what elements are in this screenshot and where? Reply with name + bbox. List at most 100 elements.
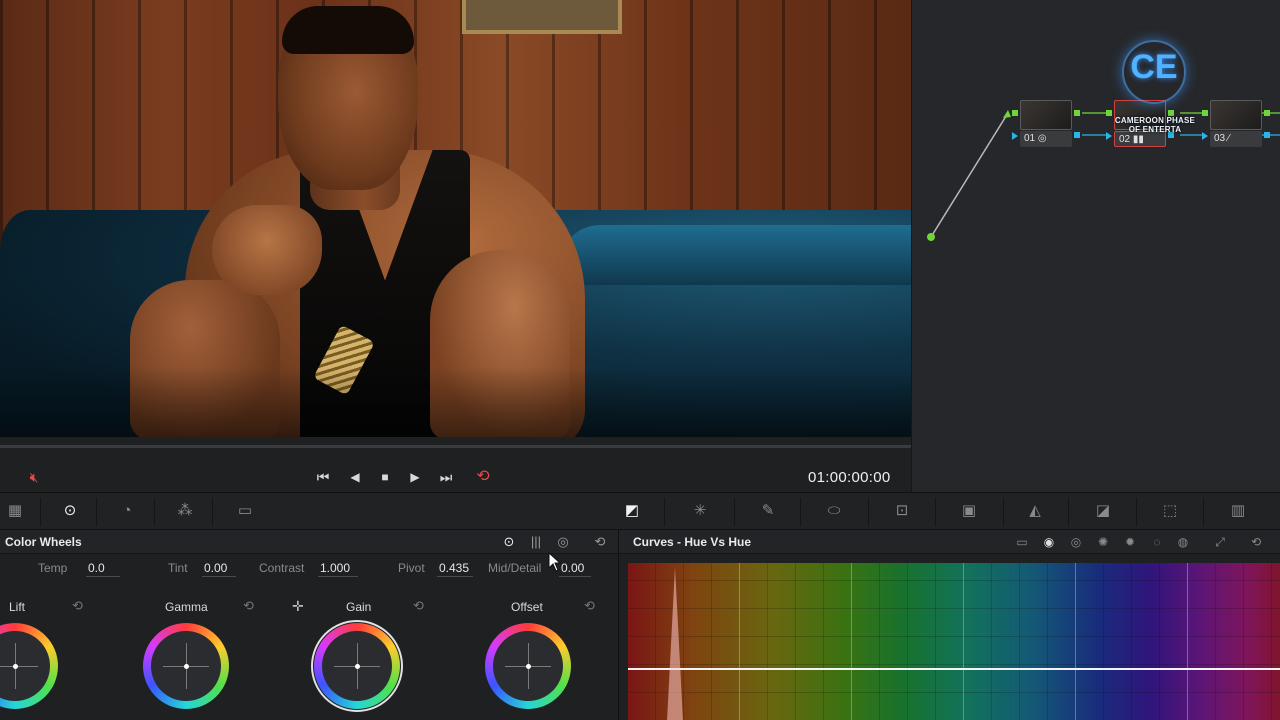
scrubber-track[interactable] <box>0 445 911 448</box>
watermark-line2: OF ENTERTA <box>1128 125 1182 134</box>
node-01[interactable]: 01 ◎ <box>1012 100 1080 150</box>
mid-detail-value[interactable]: 0.00 <box>559 559 591 577</box>
hue-vs-hue-icon[interactable]: ◉ <box>1041 533 1057 551</box>
hue-vs-lum-icon[interactable]: ✺ <box>1095 533 1111 551</box>
curves-reset-icon[interactable]: ⟲ <box>1248 533 1264 551</box>
loop-icon[interactable]: ⟲ <box>472 468 494 486</box>
node-editor[interactable]: 01 ◎ 02 ▮▮ 03 ⁄ <box>911 0 1280 492</box>
curves-tab-icon[interactable]: ◩ <box>621 501 643 521</box>
color-wheels-header <box>0 530 618 554</box>
window-icon[interactable]: ⬭ <box>823 501 845 521</box>
toolbar-divider <box>1003 498 1004 526</box>
primaries-bars-icon[interactable]: ||| <box>527 533 545 551</box>
bars-icon: ▮▮ <box>1132 134 1144 145</box>
lum-vs-sat-icon[interactable]: ✹ <box>1122 533 1138 551</box>
temp-value[interactable]: 0.0 <box>86 559 120 577</box>
source-output-dot[interactable] <box>927 233 935 241</box>
toolbar-divider <box>800 498 801 526</box>
toolbar-divider <box>40 498 41 526</box>
pivot-value[interactable]: 0.435 <box>437 559 473 577</box>
key-output-port[interactable] <box>1074 132 1080 138</box>
timecode: 01:00:00:00 <box>808 469 891 486</box>
color-wheels-title: Color Wheels <box>5 535 82 549</box>
color-wheels-icon: ◎ <box>1037 133 1047 144</box>
expand-icon[interactable]: ⤢ <box>1212 533 1228 551</box>
toolbar-divider <box>935 498 936 526</box>
person-hair <box>282 6 414 54</box>
toolbar-divider <box>154 498 155 526</box>
log-wheels-icon[interactable]: ◎ <box>554 533 572 551</box>
hdr-wheels-icon[interactable]: ◔ <box>116 501 138 521</box>
mid-detail-label: Mid/Detail <box>488 561 542 575</box>
primaries-wheels-icon[interactable]: ⊙ <box>500 533 518 551</box>
toolbar-divider <box>1068 498 1069 526</box>
node-connections <box>930 110 1280 238</box>
toolbar-divider <box>868 498 869 526</box>
rgb-mixer-icon[interactable]: ⁂ <box>174 501 196 521</box>
qualifier-icon[interactable]: ✎ <box>757 501 779 521</box>
gain-wheel[interactable] <box>314 623 400 709</box>
mute-icon[interactable]: 🔇︎ <box>24 468 44 486</box>
node-thumbnail <box>1020 100 1072 130</box>
play-icon[interactable]: ▶ <box>406 468 424 486</box>
major-grid <box>628 563 1280 720</box>
color-warper-icon[interactable]: ✳ <box>689 501 711 521</box>
node-03[interactable]: 03 ⁄ <box>1202 100 1270 150</box>
toolbar-divider <box>96 498 97 526</box>
tracker-icon[interactable]: ⊡ <box>891 501 913 521</box>
offset-label: Offset <box>511 600 543 614</box>
camera-raw-icon[interactable]: ▦ <box>4 501 26 521</box>
rgb-input-port[interactable] <box>1202 110 1208 116</box>
hue-spike <box>667 567 683 720</box>
hue-vs-sat-icon[interactable]: ◎ <box>1068 533 1084 551</box>
picture-frame <box>462 0 622 34</box>
sat-vs-lum-icon[interactable]: ◍ <box>1175 533 1191 551</box>
offset-reset-icon[interactable]: ⟲ <box>584 598 595 614</box>
contrast-label: Contrast <box>259 561 305 575</box>
color-wheels-tab-icon[interactable]: ⊙ <box>59 501 81 521</box>
rgb-input-port[interactable] <box>1012 110 1018 116</box>
prev-frame-icon[interactable]: ◀ <box>346 468 364 486</box>
pivot-label: Pivot <box>398 561 425 575</box>
rgb-output-port[interactable] <box>1074 110 1080 116</box>
gamma-label: Gamma <box>165 600 208 614</box>
stop-icon[interactable]: ■ <box>376 468 394 486</box>
3d-icon[interactable]: ▥ <box>1227 501 1249 521</box>
gain-reset-icon[interactable]: ⟲ <box>413 598 424 614</box>
watermark-text: CAMEROON PHASE OF ENTERTA <box>1112 116 1198 134</box>
lift-reset-icon[interactable]: ⟲ <box>72 598 83 614</box>
motion-effects-icon[interactable]: ▭ <box>234 501 256 521</box>
toolbar-divider <box>664 498 665 526</box>
key-icon[interactable]: ◪ <box>1092 501 1114 521</box>
node-label: 01 <box>1024 133 1036 144</box>
gamma-reset-icon[interactable]: ⟲ <box>243 598 254 614</box>
node-label: 02 <box>1119 134 1131 145</box>
reset-all-icon[interactable]: ⟲ <box>591 533 609 551</box>
sat-vs-sat-icon[interactable]: ◌ <box>1149 533 1165 551</box>
key-input-port[interactable] <box>1012 132 1018 140</box>
tint-value[interactable]: 0.00 <box>202 559 236 577</box>
watermark-logo: CE <box>1130 48 1178 86</box>
toolbar-divider <box>734 498 735 526</box>
node-thumbnail <box>1210 100 1262 130</box>
custom-curve-icon[interactable]: ▭ <box>1014 533 1030 551</box>
sizing-icon[interactable]: ⬚ <box>1159 501 1181 521</box>
key-output-port[interactable] <box>1264 132 1270 138</box>
contrast-value[interactable]: 1.000 <box>318 559 358 577</box>
person-hands <box>212 205 322 295</box>
blur-icon[interactable]: ◭ <box>1024 501 1046 521</box>
crosshair-icon[interactable]: ✛ <box>292 598 304 615</box>
curves-title: Curves - Hue Vs Hue <box>633 535 752 549</box>
offset-wheel[interactable] <box>485 623 571 709</box>
vignette <box>0 367 911 437</box>
watermark-line1: CAMEROON PHASE <box>1114 116 1196 125</box>
skip-back-icon[interactable]: ⏮︎ <box>312 468 334 486</box>
node-label: 03 <box>1214 133 1226 144</box>
rgb-output-port[interactable] <box>1264 110 1270 116</box>
hue-vs-hue-graph[interactable] <box>628 563 1280 720</box>
key-input-port[interactable] <box>1202 132 1208 140</box>
magic-mask-icon[interactable]: ▣ <box>958 501 980 521</box>
skip-forward-icon[interactable]: ⏭︎ <box>435 468 457 486</box>
curve-line[interactable] <box>628 668 1280 670</box>
gamma-wheel[interactable] <box>143 623 229 709</box>
